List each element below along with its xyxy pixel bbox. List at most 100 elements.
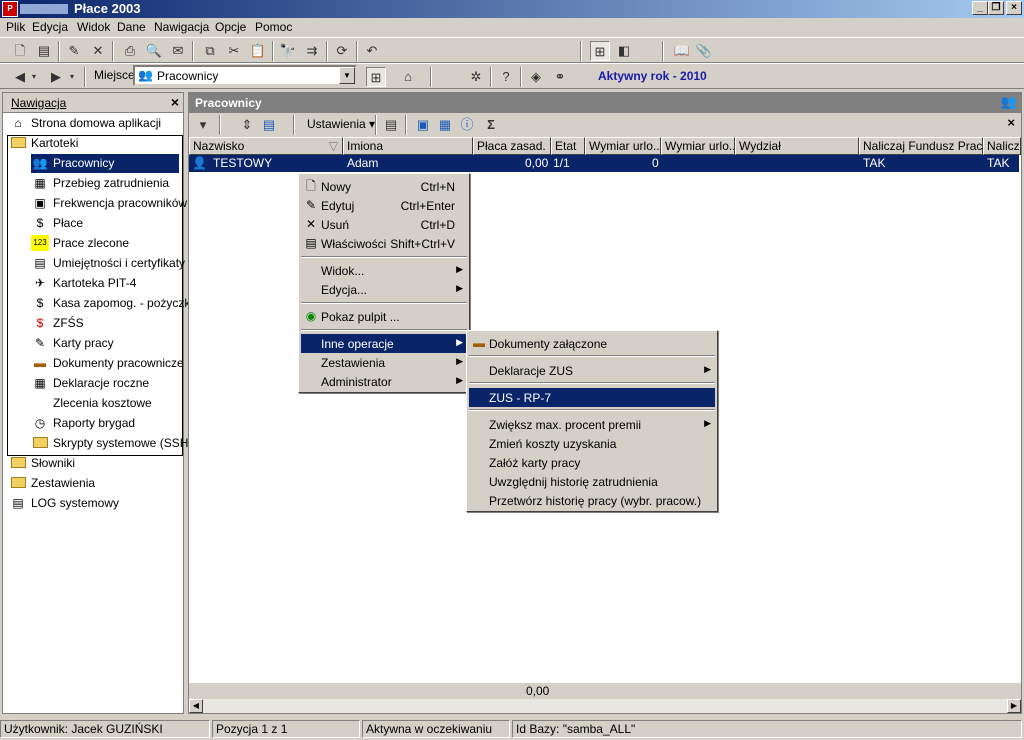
- submenu-item-zus-rp7[interactable]: ZUS - RP-7: [469, 388, 715, 407]
- menu-item-inne-operacje[interactable]: Inne operacje ▶: [301, 334, 467, 353]
- properties-icon[interactable]: ▤: [381, 115, 401, 135]
- col-fundusz[interactable]: Naliczaj Fundusz Pracy: [859, 137, 983, 155]
- col-wymiar-2[interactable]: Wymiar urlo...: [661, 137, 735, 155]
- find-icon[interactable]: 🔭: [278, 41, 298, 61]
- forward-dropdown-icon[interactable]: ▾: [66, 67, 78, 87]
- menu-item-edycja[interactable]: Edycja... ▶: [301, 280, 467, 299]
- copy-icon[interactable]: ⧉: [200, 41, 220, 61]
- nav-zlecenia[interactable]: Zlecenia kosztowe: [31, 394, 179, 413]
- nav-pit4[interactable]: ✈ Kartoteka PIT-4: [31, 274, 179, 293]
- submenu-item-przetworz[interactable]: Przetwórz historię pracy (wybr. pracow.): [469, 491, 715, 510]
- menu-pomoc[interactable]: Pomoc: [255, 20, 292, 34]
- menu-dane[interactable]: Dane: [117, 20, 146, 34]
- menu-nawigacja[interactable]: Nawigacja: [154, 20, 209, 34]
- col-wymiar-1[interactable]: Wymiar urlo...: [585, 137, 661, 155]
- nav-zestawienia[interactable]: Zestawienia: [9, 474, 179, 493]
- columns-icon[interactable]: ▤: [259, 115, 279, 135]
- col-imiona[interactable]: Imiona: [343, 137, 473, 155]
- menu-edycja[interactable]: Edycja: [32, 20, 68, 34]
- split-view-icon[interactable]: ◧: [614, 41, 634, 61]
- cut-icon[interactable]: ✂: [224, 41, 244, 61]
- find-next-icon[interactable]: ⇉: [302, 41, 322, 61]
- menu-plik[interactable]: Plik: [6, 20, 25, 34]
- sort-icon[interactable]: ⇕: [237, 115, 257, 135]
- submenu-item-zmien[interactable]: Zmień koszty uzyskania: [469, 434, 715, 453]
- submenu-item-dokumenty[interactable]: ▬ Dokumenty załączone: [469, 334, 715, 353]
- menu-item-zestawienia[interactable]: Zestawienia ▶: [301, 353, 467, 372]
- close-icon[interactable]: ×: [1007, 115, 1015, 130]
- submenu-item-zaloz[interactable]: Załóż karty pracy: [469, 453, 715, 472]
- eraser-icon[interactable]: ◈: [526, 67, 546, 87]
- nav-place[interactable]: $ Płace: [31, 214, 179, 233]
- nav-przebieg[interactable]: ▦ Przebieg zatrudnienia: [31, 174, 179, 193]
- nav-slowniki[interactable]: Słowniki: [9, 454, 179, 473]
- edit-icon[interactable]: ✎: [64, 41, 84, 61]
- nav-zfss[interactable]: $ ZFŚS: [31, 314, 179, 333]
- menu-item-widok[interactable]: Widok... ▶: [301, 261, 467, 280]
- navigation-panel-icon[interactable]: ⊞: [366, 67, 386, 87]
- nav-prace-zlecone[interactable]: 123 Prace zlecone: [31, 234, 179, 253]
- undo-icon[interactable]: ↶: [362, 41, 382, 61]
- home-icon[interactable]: ⌂: [398, 67, 418, 87]
- menu-opcje[interactable]: Opcje: [215, 20, 246, 34]
- delete-icon[interactable]: ✕: [88, 41, 108, 61]
- nav-skrypty[interactable]: Skrypty systemowe (SSH): [31, 434, 192, 453]
- print-icon[interactable]: ⎙: [120, 41, 140, 61]
- calendar-icon[interactable]: ▦: [435, 115, 455, 135]
- export-icon[interactable]: ▣: [413, 115, 433, 135]
- nav-pracownicy[interactable]: 👥 Pracownicy: [31, 154, 179, 173]
- scroll-left-icon[interactable]: ◀: [189, 699, 203, 713]
- info-icon[interactable]: ⓘ: [457, 115, 477, 135]
- minimize-button[interactable]: _: [972, 1, 988, 15]
- menu-item-administrator[interactable]: Administrator ▶: [301, 372, 467, 391]
- email-icon[interactable]: ✉: [168, 41, 188, 61]
- menu-item-usun[interactable]: ✕ Usuń Ctrl+D: [301, 215, 467, 234]
- col-placa[interactable]: Płaca zasad.: [473, 137, 551, 155]
- paste-icon[interactable]: 📋: [248, 41, 268, 61]
- help-book-icon[interactable]: 📖: [672, 41, 692, 61]
- chevron-down-icon[interactable]: ▼: [339, 67, 355, 84]
- location-combo[interactable]: 👥 Pracownicy ▼: [133, 65, 357, 86]
- submenu-item-deklaracje[interactable]: Deklaracje ZUS ▶: [469, 361, 715, 380]
- menu-item-pulpit[interactable]: ◉ Pokaz pulpit ...: [301, 307, 467, 326]
- submenu-item-uwzglednij[interactable]: Uwzględnij historię zatrudnienia: [469, 472, 715, 491]
- refresh-icon[interactable]: ⟳: [332, 41, 352, 61]
- horizontal-scrollbar[interactable]: ◀ ▶: [189, 699, 1021, 713]
- nav-umiejetnosci[interactable]: ▤ Umiejętności i certyfikaty: [31, 254, 185, 273]
- nav-deklaracje[interactable]: ▦ Deklaracje roczne: [31, 374, 179, 393]
- menu-item-wlasciwosci[interactable]: ▤ Właściwości Shift+Ctrl+V: [301, 234, 467, 253]
- menu-item-nowy[interactable]: 🗋 Nowy Ctrl+N: [301, 177, 467, 196]
- sum-icon[interactable]: Σ: [481, 115, 501, 135]
- tree-view-icon[interactable]: ⊞: [590, 41, 610, 61]
- nav-frekwencja[interactable]: ▣ Frekwencja pracowników: [31, 194, 187, 213]
- new-document-icon[interactable]: 🗋: [10, 41, 30, 61]
- nav-karty-pracy[interactable]: ✎ Karty pracy: [31, 334, 179, 353]
- col-wydzial[interactable]: Wydział: [735, 137, 859, 155]
- close-icon[interactable]: ×: [171, 94, 179, 110]
- properties-icon[interactable]: ▤: [34, 41, 54, 61]
- back-dropdown-icon[interactable]: ▾: [28, 67, 40, 87]
- col-nazwisko[interactable]: Nazwisko ▽: [189, 137, 343, 155]
- nav-log[interactable]: ▤ LOG systemowy: [9, 494, 179, 513]
- col-etat[interactable]: Etat: [551, 137, 585, 155]
- help-icon[interactable]: ?: [496, 67, 516, 87]
- submenu-item-zwieksz[interactable]: Zwiększ max. procent premii ▶: [469, 415, 715, 434]
- close-button[interactable]: ×: [1006, 1, 1022, 15]
- table-row[interactable]: 👤 TESTOWY Adam 0,00 1/1 0 TAK TAK: [189, 155, 1019, 172]
- app-icon[interactable]: P: [2, 1, 18, 17]
- settings-dropdown[interactable]: Ustawienia ▾: [307, 117, 375, 131]
- back-icon[interactable]: ◀: [10, 67, 30, 87]
- print-preview-icon[interactable]: 🔍: [144, 41, 164, 61]
- scroll-right-icon[interactable]: ▶: [1007, 699, 1021, 713]
- menu-widok[interactable]: Widok: [77, 20, 110, 34]
- maximize-button[interactable]: ❐: [988, 1, 1004, 15]
- filter-icon[interactable]: ▾: [193, 115, 213, 135]
- nav-raporty[interactable]: ◷ Raporty brygad: [31, 414, 179, 433]
- link-icon[interactable]: ⚭: [550, 67, 570, 87]
- nav-dokumenty[interactable]: ▬ Dokumenty pracownicze: [31, 354, 184, 373]
- nav-kartoteki[interactable]: Kartoteki: [9, 134, 179, 153]
- col-nalicza[interactable]: Nalicza: [983, 137, 1021, 155]
- nav-home[interactable]: ⌂ Strona domowa aplikacji: [9, 114, 179, 133]
- nav-kasa[interactable]: $ Kasa zapomog. - pożyczk.: [31, 294, 194, 313]
- menu-item-edytuj[interactable]: ✎ Edytuj Ctrl+Enter: [301, 196, 467, 215]
